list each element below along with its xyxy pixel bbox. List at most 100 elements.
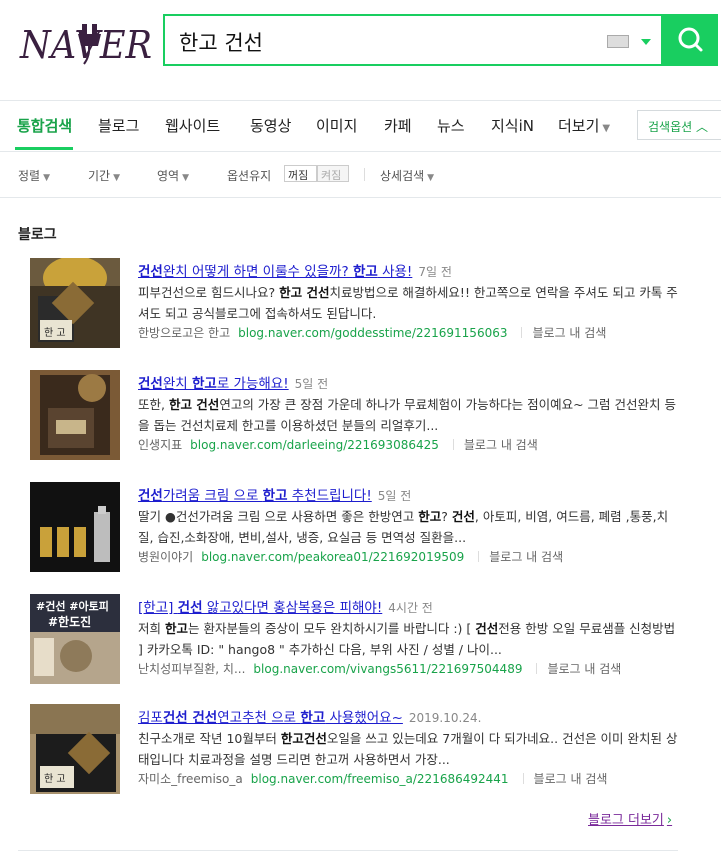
result-date: 4시간 전	[388, 601, 433, 615]
search-box[interactable]	[163, 14, 663, 66]
result-title-text: 사용!	[377, 264, 413, 280]
result-description-text: 친구소개로 작년 10월부터	[138, 731, 281, 746]
result-description-text: ?	[441, 509, 452, 524]
blog-inner-search-link[interactable]: 블로그 내 검색	[532, 326, 606, 340]
result-description: 피부건선으로 힘드시나요? 한고 건선치료방법으로 해결하세요!! 한고쪽으로 …	[138, 282, 683, 324]
result-url[interactable]: blog.naver.com/peakorea01/221692019509	[201, 550, 464, 564]
result-title-text: 앓고있다면 홍삼복용은 피해야!	[202, 600, 383, 616]
result-thumbnail[interactable]	[30, 482, 120, 572]
blog-name[interactable]: 난치성피부질환, 치...	[138, 662, 245, 676]
result-title-text: 로 가능해요!	[216, 376, 289, 392]
blog-inner-search-link[interactable]: 블로그 내 검색	[489, 550, 563, 564]
blog-name[interactable]: 인생지표	[138, 438, 182, 452]
tab-video[interactable]: 동영상	[250, 115, 291, 136]
result-url[interactable]: blog.naver.com/vivangs5611/221697504489	[253, 662, 522, 676]
blog-result-item: #건선 #아토피 #한도진 [한고] 건선 앓고있다면 홍삼복용은 피해야! 4시간 …	[0, 594, 721, 694]
result-title-text: 완치	[162, 376, 192, 392]
result-title-text: 건선	[177, 600, 203, 616]
result-title-link[interactable]: 건선가려움 크림 으로 한고 추천드립니다!	[138, 488, 372, 504]
tab-blog[interactable]: 블로그	[98, 115, 139, 136]
filter-sort-label: 정렬	[18, 169, 41, 183]
tab-more-label: 더보기	[558, 117, 600, 135]
filter-area[interactable]: 영역 ▼	[157, 167, 189, 184]
search-options-button[interactable]: 검색옵션 ︿	[637, 110, 721, 140]
result-description: 딸기 ●건선가려움 크림 으로 사용하면 좋은 한방연고 한고? 건선, 아토피…	[138, 506, 683, 548]
filter-period[interactable]: 기간 ▼	[88, 167, 120, 184]
divider	[521, 327, 523, 338]
result-thumbnail[interactable]: #건선 #아토피 #한도진	[30, 594, 120, 684]
divider	[364, 168, 365, 181]
result-title-text: 한고	[262, 488, 288, 504]
tab-more[interactable]: 더보기 ▼	[558, 115, 610, 136]
result-description-text: 한고	[418, 509, 442, 524]
tab-all[interactable]: 통합검색	[17, 115, 72, 136]
filter-detail[interactable]: 상세검색 ▼	[380, 167, 434, 184]
filter-bar: 정렬 ▼ 기간 ▼ 영역 ▼ 옵션유지 꺼짐 켜짐 상세검색 ▼	[0, 151, 721, 198]
result-description-text: 건선	[451, 509, 475, 524]
result-thumbnail[interactable]: 한 고	[30, 258, 120, 348]
keyboard-icon[interactable]	[607, 35, 629, 48]
result-description-text: 저희	[138, 621, 165, 636]
divider	[522, 773, 524, 784]
search-input[interactable]	[177, 26, 601, 58]
result-description-text: 는 환자분들의 증상이 모두 완치하시기를 바랍니다 :) [	[188, 621, 476, 636]
result-meta: 한방으로고은 한고 blog.naver.com/goddesstime/2216…	[138, 324, 606, 341]
search-icon	[678, 27, 703, 52]
result-title-text: 추천드립니다!	[287, 488, 372, 504]
result-description: 친구소개로 작년 10월부터 한고건선오일을 쓰고 있는데요 7개월이 다 되가…	[138, 728, 683, 770]
blog-inner-search-link[interactable]: 블로그 내 검색	[534, 772, 608, 786]
result-title-text: 사용했어요~	[325, 710, 403, 726]
result-description: 또한, 한고 건선연고의 가장 큰 장점 가운데 하나가 무료체험이 가능하다는…	[138, 394, 683, 436]
tab-website[interactable]: 웹사이트	[165, 115, 220, 136]
result-title-text: 건선 건선	[162, 710, 218, 726]
tab-news[interactable]: 뉴스	[437, 115, 465, 136]
keep-option-off[interactable]: 꺼짐	[284, 165, 317, 182]
result-meta: 난치성피부질환, 치... blog.naver.com/vivangs5611/…	[138, 660, 621, 677]
filter-period-label: 기간	[88, 169, 111, 183]
result-description-text: 연고의 가장 큰 장점 가운데 하나가 무료체험이 가능하다는 점이예요~ 그럼…	[138, 397, 676, 433]
result-meta: 인생지표 blog.naver.com/darleeing/22169308642…	[138, 436, 538, 453]
keep-option-on[interactable]: 켜짐	[317, 165, 349, 182]
chevron-right-icon: ›	[666, 813, 673, 828]
result-title-text: 한고	[191, 376, 217, 392]
filter-sort[interactable]: 정렬 ▼	[18, 167, 50, 184]
result-title-text: [한고]	[138, 600, 178, 616]
divider	[536, 663, 538, 674]
result-description-text: 한고	[164, 621, 188, 636]
result-title-line: 건선완치 어떻게 하면 이룰수 있을까? 한고 사용! 7일 전	[138, 260, 452, 280]
result-url[interactable]: blog.naver.com/darleeing/221693086425	[190, 438, 439, 452]
result-description-text: 한고 건선	[168, 397, 220, 412]
result-description-text: 건선	[475, 621, 499, 636]
result-title-text: 연고추천 으로	[217, 710, 301, 726]
result-meta: 자미소_freemiso_a blog.naver.com/freemiso_a/…	[138, 770, 607, 787]
result-url[interactable]: blog.naver.com/freemiso_a/221686492441	[251, 772, 509, 786]
naver-logo[interactable]: NAVER	[18, 22, 156, 66]
autocomplete-toggle-icon[interactable]	[641, 39, 651, 45]
tab-image[interactable]: 이미지	[316, 115, 357, 136]
result-title-link[interactable]: [한고] 건선 앓고있다면 홍삼복용은 피해야!	[138, 600, 382, 616]
tab-kin[interactable]: 지식iN	[491, 115, 534, 136]
blog-inner-search-link[interactable]: 블로그 내 검색	[464, 438, 538, 452]
search-button[interactable]	[663, 14, 718, 66]
result-thumbnail[interactable]	[30, 370, 120, 460]
result-title-link[interactable]: 건선완치 한고로 가능해요!	[138, 376, 289, 392]
result-title-text: 한고	[300, 710, 326, 726]
result-title-link[interactable]: 김포건선 건선연고추천 으로 한고 사용했어요~	[138, 710, 403, 726]
tab-cafe[interactable]: 카페	[384, 115, 412, 136]
result-url[interactable]: blog.naver.com/goddesstime/221691156063	[238, 326, 507, 340]
search-tabs: 통합검색 블로그 웹사이트 동영상 이미지 카페 뉴스 지식iN 더보기 ▼ 검색…	[0, 100, 721, 152]
result-thumbnail[interactable]: 한 고	[30, 704, 120, 794]
active-tab-indicator	[15, 147, 73, 150]
result-title-line: 김포건선 건선연고추천 으로 한고 사용했어요~ 2019.10.24.	[138, 706, 481, 726]
blog-name[interactable]: 자미소_freemiso_a	[138, 772, 243, 786]
result-date: 5일 전	[377, 489, 412, 503]
blog-name[interactable]: 한방으로고은 한고	[138, 326, 230, 340]
result-title-link[interactable]: 건선완치 어떻게 하면 이룰수 있을까? 한고 사용!	[138, 264, 412, 280]
result-title-text: 건선	[138, 376, 163, 392]
result-title-line: [한고] 건선 앓고있다면 홍삼복용은 피해야! 4시간 전	[138, 596, 433, 616]
blog-more-link[interactable]: 블로그 더보기 ›	[588, 809, 672, 828]
blog-inner-search-link[interactable]: 블로그 내 검색	[547, 662, 621, 676]
blog-name[interactable]: 병원이야기	[138, 550, 193, 564]
caret-down-icon: ▼	[182, 173, 190, 183]
svg-text:한 고: 한 고	[44, 773, 66, 785]
